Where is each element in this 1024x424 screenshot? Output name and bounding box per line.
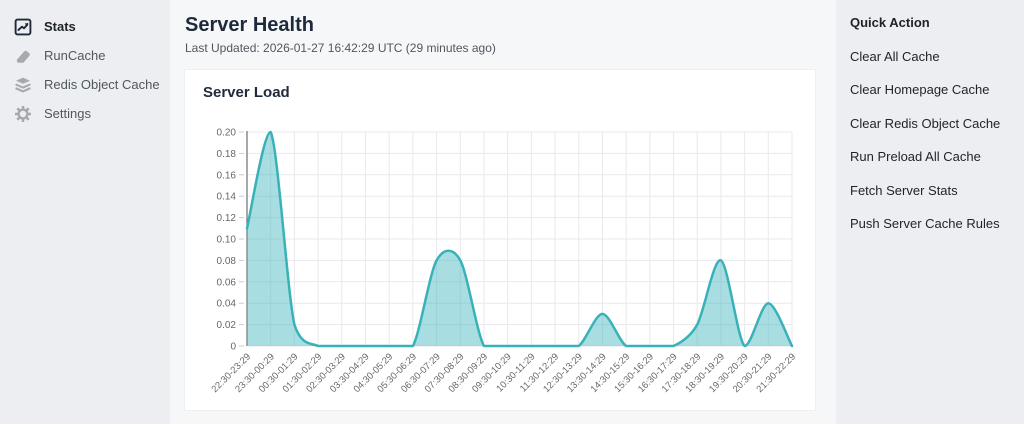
gear-icon xyxy=(14,105,32,123)
left-sidebar: Stats RunCache Redis Object Cache Settings xyxy=(0,0,170,424)
server-load-chart: 0 0.02 0.04 0.06 0.08 0.10 0.12 0.14 0.16 0.18 0.2… xyxy=(185,70,815,410)
quick-action-clear-redis-object-cache[interactable]: Clear Redis Object Cache xyxy=(850,116,1024,131)
layers-icon xyxy=(14,76,32,94)
quick-action-run-preload-all-cache[interactable]: Run Preload All Cache xyxy=(850,149,1024,164)
main-content: Server Health Last Updated: 2026-01-27 1… xyxy=(170,0,836,424)
sidebar-item-stats[interactable]: Stats xyxy=(0,12,170,41)
sidebar-item-redis-object-cache[interactable]: Redis Object Cache xyxy=(0,70,170,99)
svg-text:0.02: 0.02 xyxy=(217,320,237,331)
svg-text:0.06: 0.06 xyxy=(217,277,237,288)
svg-text:0.08: 0.08 xyxy=(217,256,237,267)
quick-action-panel: Quick Action Clear All Cache Clear Homepa… xyxy=(836,0,1024,424)
stats-chart-icon xyxy=(14,18,32,36)
svg-text:0.16: 0.16 xyxy=(217,170,237,181)
quick-action-title: Quick Action xyxy=(850,15,1024,30)
quick-action-list: Clear All Cache Clear Homepage Cache Clear… xyxy=(850,49,1024,232)
sidebar-item-label: Stats xyxy=(44,19,76,34)
server-load-card: Server Load 00.020.040.060.080.100.120.1… xyxy=(185,70,815,410)
svg-text:0.12: 0.12 xyxy=(217,213,237,224)
svg-text:0.20: 0.20 xyxy=(217,128,237,139)
svg-text:0.10: 0.10 xyxy=(217,235,237,246)
svg-text:0.04: 0.04 xyxy=(217,299,237,310)
sidebar-item-settings[interactable]: Settings xyxy=(0,99,170,128)
quick-action-clear-all-cache[interactable]: Clear All Cache xyxy=(850,49,1024,64)
svg-text:0.18: 0.18 xyxy=(217,149,237,160)
sidebar-item-label: RunCache xyxy=(44,48,105,63)
svg-text:0.14: 0.14 xyxy=(217,192,237,203)
left-sidebar-nav: Stats RunCache Redis Object Cache Settings xyxy=(0,12,170,128)
sidebar-item-runcache[interactable]: RunCache xyxy=(0,41,170,70)
last-updated-text: Last Updated: 2026-01-27 16:42:29 UTC (2… xyxy=(185,41,836,56)
sidebar-item-label: Settings xyxy=(44,106,91,121)
quick-action-clear-homepage-cache[interactable]: Clear Homepage Cache xyxy=(850,82,1024,97)
sidebar-item-label: Redis Object Cache xyxy=(44,77,160,92)
quick-action-push-server-cache-rules[interactable]: Push Server Cache Rules xyxy=(850,216,1024,231)
eraser-icon xyxy=(14,47,32,65)
quick-action-fetch-server-stats[interactable]: Fetch Server Stats xyxy=(850,183,1024,198)
page-title: Server Health xyxy=(185,12,836,38)
svg-text:0: 0 xyxy=(230,342,236,353)
